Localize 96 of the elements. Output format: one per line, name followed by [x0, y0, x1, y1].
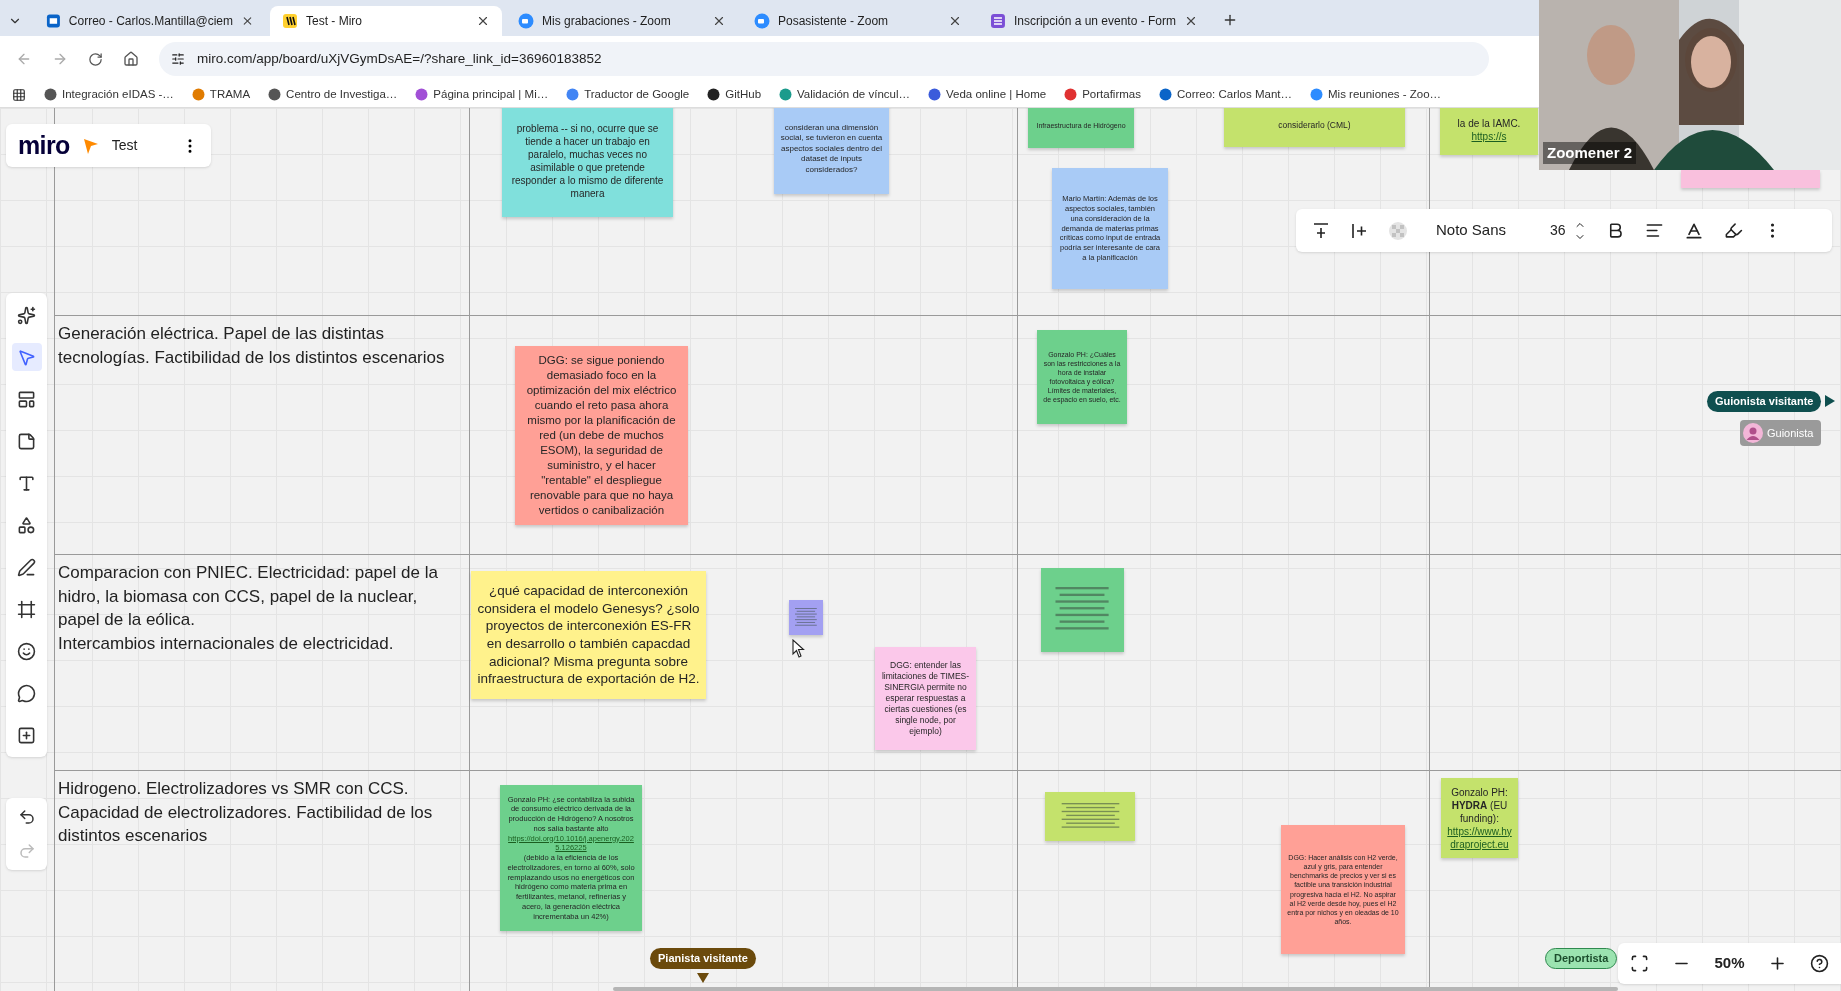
highlighter-icon[interactable] [1723, 221, 1743, 240]
close-icon[interactable] [948, 14, 962, 28]
undo-icon[interactable] [17, 808, 36, 826]
favicon-icon [46, 13, 61, 29]
favicon-icon [779, 88, 793, 101]
note-text: considerarlo (CML) [1278, 119, 1351, 131]
cursor-label: Deportista [1545, 948, 1618, 969]
tool-icon [17, 599, 36, 619]
note-text: DGG: se sigue poniendo demasiado foco en la optimización del mix eléctrico cuando el reto pasa ahora mismo por la planificación de red (un debe de muchos ESOM), la seguridad de suministro, y el hacer "rentable" el despliegue renovable para que no haya vertidos o canibalización [525, 353, 678, 518]
text-lines-icon [794, 607, 818, 628]
note-text: la de la IAMC. [1457, 116, 1521, 130]
tool-icon [17, 683, 36, 703]
font-selector[interactable]: Noto Sans [1428, 219, 1515, 242]
help-icon[interactable] [1810, 954, 1830, 973]
note-text: ¿qué capacidad de interconexión considera el modelo Genesys? ¿solo proyectos de interconexión ES-FR en desarrollo o también capacdad adicional? Misma pregunta sobre infraestructura de exportación de H2. [477, 582, 700, 688]
tool-icon [17, 431, 36, 451]
close-icon[interactable] [712, 14, 726, 28]
cursor-arrow-icon [1825, 395, 1836, 408]
board-name[interactable]: Test [111, 135, 138, 156]
close-icon[interactable] [1184, 14, 1198, 28]
tab-title: Correo - Carlos.Mantilla@ciem [68, 13, 234, 30]
link[interactable]: https://s [1471, 129, 1507, 143]
tab-title: Posasistente - Zoom [778, 13, 890, 30]
address-bar[interactable]: miro.com/app/board/uXjVGymDsAE=/?share_link_id=36960183852 [159, 42, 1489, 76]
favicon-icon [754, 13, 770, 29]
align-left-icon[interactable] [1644, 221, 1664, 240]
cursor-label: Pianista visitante [650, 948, 756, 969]
favicon-icon [1064, 88, 1078, 101]
logo[interactable]: miro [18, 126, 70, 165]
bookmark[interactable]: GitHub [707, 85, 762, 104]
favicon-icon [415, 88, 429, 101]
bookmark[interactable]: Portafirmas [1064, 85, 1141, 104]
favicon-icon [268, 88, 282, 101]
tool-icon [17, 473, 36, 493]
reload-icon[interactable] [88, 51, 103, 67]
bookmark[interactable]: Validación de víncul… [779, 85, 910, 104]
note-text: consideran una dimensión social, se tuvieron en cuenta aspectos sociales dentro del dataset de inputs considerados? [780, 123, 883, 175]
participant-name: Zoomener 2 [1543, 141, 1637, 164]
tool-icon [17, 347, 36, 367]
add-icon [17, 725, 36, 745]
favicon-icon [44, 88, 57, 101]
tool-icon [17, 641, 36, 661]
browser-tab[interactable]: Test - Miro [270, 6, 502, 36]
tool-icon [17, 305, 36, 325]
tool-icon [17, 557, 36, 577]
mouse-pointer-icon [792, 639, 805, 658]
zoom-level[interactable]: 50% [1714, 952, 1745, 975]
user-name: Guionista [1767, 425, 1814, 441]
favicon-icon [282, 13, 298, 29]
row-label: Hidrogeno. Electrolizadores vs SMR con CCS. Capacidad de electrolizadores. Factibilidad de los distintos escenarios [58, 778, 434, 847]
apps-icon[interactable] [12, 87, 26, 102]
row-label: Comparacion con PNIEC. Electricidad: papel de la hidro, la biomasa con CCS, papel de la nuclear, papel de la eólica. Intercambios internacionales de electricidad. [58, 562, 439, 655]
tab-title: Test - Miro [306, 13, 363, 30]
fit-icon[interactable] [1629, 954, 1649, 973]
favicon-icon [191, 88, 205, 101]
cursor-label: Guionista visitante [1707, 391, 1822, 412]
browser-tab[interactable]: Inscripción a un evento - Form [978, 6, 1210, 36]
tab-title: Mis grabaciones - Zoom [542, 13, 672, 30]
favicon-icon [990, 13, 1006, 29]
flag-icon [81, 136, 100, 155]
favicon-icon [1158, 88, 1172, 101]
tool-icon [17, 389, 36, 409]
close-icon[interactable] [476, 14, 490, 28]
text-cursor-plus-icon[interactable] [1350, 221, 1368, 240]
bookmark[interactable]: Integración eIDAS -… [44, 85, 174, 104]
favicon-icon [566, 88, 580, 101]
close-icon[interactable] [241, 14, 254, 28]
note-text: DGG: entender las limitaciones de TIMES-SINERGIA permite no esperar respuestas a ciertas cuestiones (es single node, por ejemplo) [881, 659, 970, 738]
avatar-icon [1743, 423, 1763, 443]
url-text: miro.com/app/board/uXjVGymDsAE=/?share_link_id=36960183852 [197, 49, 602, 68]
link[interactable]: https://www.hydraproject.eu [1447, 824, 1512, 851]
browser-tab[interactable]: Correo - Carlos.Mantilla@ciem [34, 6, 266, 36]
bookmark[interactable]: Veda online | Home [928, 85, 1047, 104]
note-text: problema -- si no, ocurre que se tiende a hacer un trabajo en paralelo, muchas veces no asimilable o que pretende responder a lo mismo de diferente manera [510, 121, 665, 200]
bookmark[interactable]: Página principal | Mi… [415, 85, 549, 104]
new-tab-icon[interactable] [1222, 12, 1238, 28]
browser-tab[interactable]: Mis grabaciones - Zoom [506, 6, 738, 36]
favicon-icon [1310, 88, 1323, 101]
bookmark[interactable]: Correo: Carlos Mant… [1158, 85, 1292, 104]
cursor-arrow-icon [696, 972, 709, 983]
align-top-icon[interactable] [1312, 221, 1330, 240]
browser-tab[interactable]: Posasistente - Zoom [742, 6, 974, 36]
tool-icon [17, 515, 36, 535]
bookmark[interactable]: Centro de Investiga… [268, 85, 398, 104]
home-icon[interactable] [123, 51, 139, 67]
favicon-icon [707, 88, 721, 101]
favicon-icon [518, 13, 534, 29]
font-size-field[interactable]: 36 [1550, 220, 1566, 241]
tab-title: Inscripción a un evento - Form [1013, 13, 1177, 30]
bookmark[interactable]: Traductor de Google [566, 85, 690, 104]
bookmark[interactable]: Mis reuniones - Zoo… [1310, 85, 1442, 104]
favicon-icon [928, 88, 941, 101]
bookmark[interactable]: TRAMA [191, 85, 251, 104]
note-text: Gonzalo PH: HYDRA (EU funding): [1450, 785, 1509, 825]
row-label: Generación eléctrica. Papel de las distintas tecnologías. Factibilidad de los distintos escenarios [58, 323, 446, 369]
site-settings-icon[interactable] [171, 52, 185, 66]
